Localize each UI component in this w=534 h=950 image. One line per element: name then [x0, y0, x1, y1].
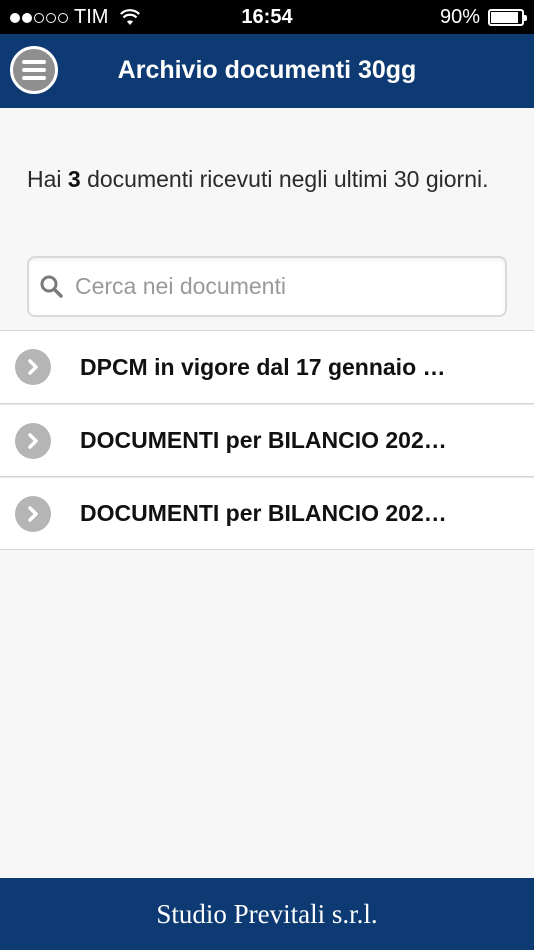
page-title: Archivio documenti 30gg: [117, 56, 417, 84]
document-item[interactable]: DOCUMENTI per BILANCIO 202…: [0, 477, 534, 550]
summary-prefix: Hai: [27, 166, 62, 192]
status-right: 90%: [439, 6, 527, 29]
chevron-right-icon: [15, 495, 51, 532]
document-item[interactable]: DOCUMENTI per BILANCIO 202…: [0, 404, 534, 477]
search-icon: [40, 275, 63, 298]
search-box[interactable]: [27, 256, 507, 317]
footer: Studio Previtali s.r.l.: [0, 878, 534, 950]
chevron-right-icon: [15, 422, 51, 459]
company-name: Studio Previtali s.r.l.: [156, 898, 378, 929]
app-header: Archivio documenti 30gg: [0, 34, 534, 108]
document-list: DPCM in vigore dal 17 gennaio … DOCUMENT…: [0, 330, 534, 550]
summary-suffix: documenti ricevuti negli ultimi 30 giorn…: [87, 166, 489, 192]
documents-summary: Hai 3 documenti ricevuti negli ultimi 30…: [27, 162, 507, 196]
document-item[interactable]: DPCM in vigore dal 17 gennaio …: [0, 331, 534, 404]
chevron-right-icon: [15, 349, 51, 385]
document-count: 3: [67, 166, 81, 192]
status-bar: TIM 16:54 90%: [0, 0, 534, 34]
document-title: DPCM in vigore dal 17 gennaio …: [80, 353, 446, 380]
document-title: DOCUMENTI per BILANCIO 202…: [80, 500, 447, 526]
search-input[interactable]: [75, 258, 505, 315]
battery-icon: [488, 9, 527, 26]
document-title: DOCUMENTI per BILANCIO 202…: [80, 427, 447, 453]
battery-fill: [491, 12, 518, 23]
battery-percent: 90%: [439, 6, 480, 28]
